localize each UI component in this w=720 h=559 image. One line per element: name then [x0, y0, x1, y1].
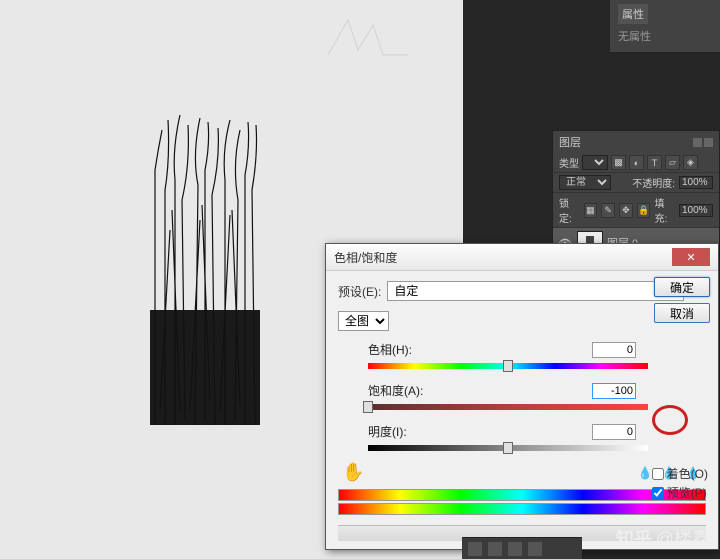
saturation-slider-group: 饱和度(A):: [338, 382, 706, 413]
filter-adjust-icon[interactable]: ◐: [629, 155, 644, 170]
preset-select[interactable]: 自定: [387, 281, 684, 301]
watermark-author: @楼鑫: [656, 525, 710, 551]
new-group-icon[interactable]: [528, 542, 542, 556]
layer-style-icon[interactable]: [488, 542, 502, 556]
lightness-label: 明度(I):: [368, 423, 407, 440]
layers-tab[interactable]: 图层: [559, 134, 581, 150]
fill-label: 填充:: [654, 195, 675, 225]
lock-position-icon[interactable]: ✥: [619, 203, 633, 218]
hue-slider-group: 色相(H):: [338, 341, 706, 372]
lock-pixels-icon[interactable]: ✎: [601, 203, 615, 218]
opacity-label: 不透明度:: [632, 175, 675, 190]
layers-panel-footer: [462, 537, 582, 559]
colorize-checkbox-label[interactable]: 着色(O): [652, 465, 708, 482]
colorize-checkbox[interactable]: [652, 468, 664, 480]
close-button[interactable]: ✕: [672, 248, 710, 266]
lightness-slider[interactable]: [368, 442, 648, 454]
lock-all-icon[interactable]: 🔒: [637, 203, 651, 218]
layer-mask-icon[interactable]: [508, 542, 522, 556]
opacity-input[interactable]: [679, 176, 713, 189]
faint-sketch: [318, 10, 408, 65]
lightness-slider-group: 明度(I):: [338, 423, 706, 454]
filter-smart-icon[interactable]: ◈: [683, 155, 698, 170]
saturation-slider-thumb[interactable]: [363, 401, 373, 413]
filter-text-icon[interactable]: T: [647, 155, 662, 170]
preset-label: 预设(E):: [338, 283, 381, 300]
dialog-title: 色相/饱和度: [334, 249, 397, 266]
lightness-input[interactable]: [592, 424, 636, 440]
blend-mode-select[interactable]: 正常: [559, 175, 611, 190]
hand-tool-icon[interactable]: ✋: [342, 462, 364, 483]
hue-saturation-dialog: 色相/饱和度 ✕ 预设(E): 自定 ☰ 确定 取消 全图 色相(H):: [325, 243, 719, 550]
close-icon[interactable]: [704, 138, 713, 147]
hue-slider[interactable]: [368, 360, 648, 372]
filter-image-icon[interactable]: ▩: [611, 155, 626, 170]
lightness-slider-thumb[interactable]: [503, 442, 513, 454]
properties-panel: 属性 无属性: [610, 0, 720, 53]
saturation-slider[interactable]: [368, 401, 648, 413]
range-select[interactable]: 全图: [338, 311, 389, 331]
lock-transparent-icon[interactable]: ▦: [584, 203, 598, 218]
type-select[interactable]: [582, 155, 608, 170]
link-layers-icon[interactable]: [468, 542, 482, 556]
filter-shape-icon[interactable]: ▱: [665, 155, 680, 170]
type-label: 类型: [559, 155, 579, 170]
ok-button[interactable]: 确定: [654, 277, 710, 297]
saturation-input[interactable]: [592, 383, 636, 399]
lock-label: 锁定:: [559, 195, 580, 225]
properties-tab[interactable]: 属性: [618, 4, 648, 24]
layers-panel: 图层 类型 ▩ ◐ T ▱ ◈ 正常 不透明度: 锁定: ▦ ✎ ✥ 🔒 填充:…: [552, 130, 720, 259]
preview-checkbox[interactable]: [652, 487, 664, 499]
collapse-icon[interactable]: [693, 138, 702, 147]
dialog-titlebar[interactable]: 色相/饱和度 ✕: [326, 244, 718, 271]
watermark-site: 知乎: [616, 525, 652, 551]
preview-checkbox-label[interactable]: 预览(P): [652, 484, 708, 501]
fill-input[interactable]: [679, 204, 713, 217]
properties-body: 无属性: [618, 24, 712, 48]
sketch-drawing: [140, 110, 270, 430]
hue-slider-thumb[interactable]: [503, 360, 513, 372]
saturation-label: 饱和度(A):: [368, 382, 423, 399]
color-spectrum-bottom: [338, 503, 706, 515]
hue-input[interactable]: [592, 342, 636, 358]
cancel-button[interactable]: 取消: [654, 303, 710, 323]
panel-controls: [693, 138, 713, 147]
watermark: 知乎 @楼鑫: [616, 525, 710, 551]
hue-label: 色相(H):: [368, 341, 412, 358]
